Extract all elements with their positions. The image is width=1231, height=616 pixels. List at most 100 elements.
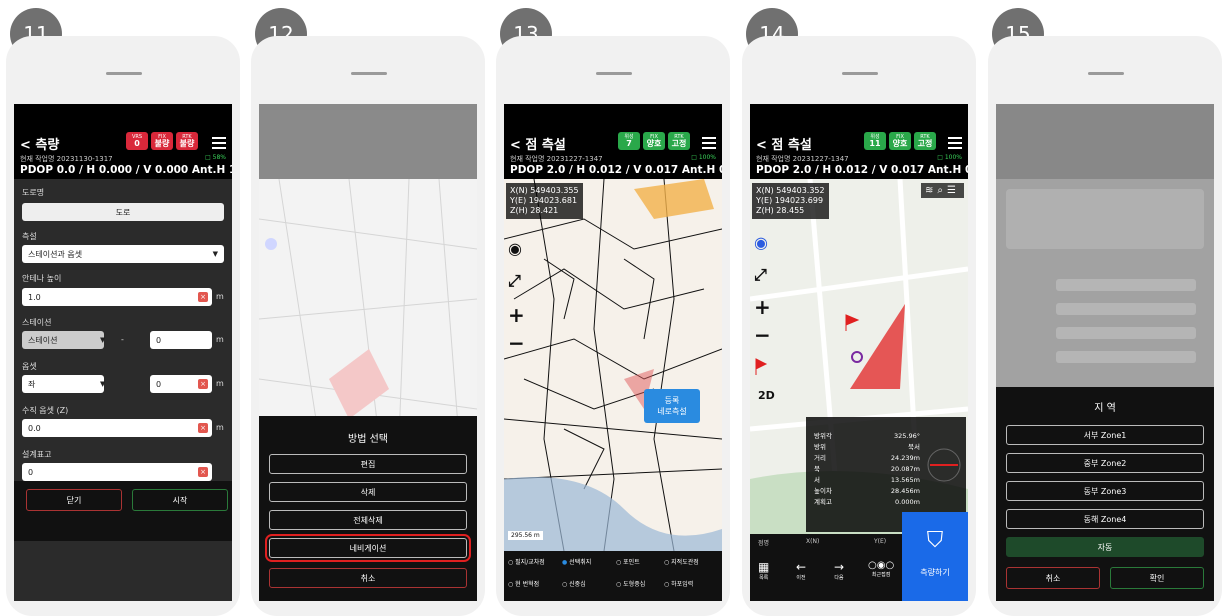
form-body: 도로명 도로 측설 스테이션과 옵셋 ▼ 안테나 높이 1.0 × m 스테이션 … [14, 179, 232, 601]
popup-stakeout[interactable]: 네로측설 [657, 406, 686, 417]
offset-label: 옵셋 [22, 362, 37, 371]
locate-icon[interactable]: ◉ [508, 239, 522, 258]
hamburger-menu-icon[interactable] [948, 134, 962, 152]
dim-header [259, 104, 477, 179]
dropdown-arrow-icon: ▼ [100, 380, 106, 388]
confirm-button[interactable]: 확인 [1110, 567, 1204, 589]
nav-values: 325.96° 북서 24.239m 20.087m 13.565m 28.456m 0.0… [890, 432, 920, 506]
option-selected[interactable]: ● 선택취지 [562, 557, 591, 566]
station-input[interactable]: 0 [150, 331, 212, 349]
street-map[interactable]: X(N) 549403.352 Y(E) 194023.699 Z(H) 28.… [750, 179, 968, 534]
nearest-button[interactable]: ○◉○ 최근접점 [868, 560, 894, 578]
point-stakeout-screen: < 점 측설 위성 7 FIX 양호 RTK 고정 현재 작업명 20231227-1… [504, 104, 722, 601]
phone-11: < 측량 VRS 0 FIX 불량 RTK 불량 현재 작업명 20231130-13… [6, 36, 240, 616]
station-select[interactable]: 스테이션 ▼ [22, 331, 105, 349]
road-button[interactable]: 도로 [22, 203, 224, 221]
edit-button[interactable]: 편집 [269, 454, 467, 474]
2d-toggle[interactable]: 2D [758, 389, 775, 402]
offset-select[interactable]: 좌 ▼ [22, 375, 106, 393]
clear-icon[interactable]: × [198, 379, 208, 389]
dim-content [996, 179, 1214, 389]
rtk-chip: RTK 고정 [668, 132, 690, 150]
locate-icon[interactable]: ◉ [754, 233, 768, 252]
layer-tools: ≋⌕☰ [921, 183, 964, 198]
speaker-notch [106, 72, 142, 75]
zoom-in-icon[interactable]: + [508, 303, 525, 327]
z-coordinate: Z(H) 28.421 [510, 206, 559, 215]
xn-label: X(N) [806, 538, 820, 545]
option-point[interactable]: ○ 포인트 [616, 557, 640, 566]
speaker-notch [1088, 72, 1124, 75]
survey-label: 측설 [22, 232, 37, 241]
phone-14: < 점 측설 위성 11 FIX 양호 RTK 고정 현재 작업명 20231227-… [742, 36, 976, 616]
zone4-button[interactable]: 동해 Zone4 [1006, 509, 1204, 529]
popup-register[interactable]: 등록 [665, 395, 680, 406]
zone3-button[interactable]: 동부 Zone3 [1006, 481, 1204, 501]
sheet-title: 지 역 [1094, 403, 1116, 414]
zoom-in-icon[interactable]: + [754, 295, 771, 319]
delete-button[interactable]: 삭제 [269, 482, 467, 502]
sheet-title: 방법 선택 [348, 434, 388, 445]
antenna-input[interactable]: 1.0 [22, 288, 212, 306]
clear-icon[interactable]: × [198, 292, 208, 302]
cancel-button[interactable]: 취소 [269, 568, 467, 588]
option-cadastral[interactable]: ○ 지적도관점 [664, 557, 699, 566]
option-input[interactable]: ○ 하포입력 [664, 579, 693, 588]
x-coordinate: X(N) 549403.352 [756, 186, 825, 195]
satellite-chip: 위성 11 [864, 132, 886, 150]
close-button[interactable]: 닫기 [26, 489, 122, 511]
option-parcel[interactable]: ○ 필지/교차점 [508, 557, 545, 566]
app-header: < 측량 VRS 0 FIX 불량 RTK 불량 현재 작업명 20231130-13… [14, 104, 232, 179]
hamburger-menu-icon[interactable] [702, 134, 716, 152]
option-boundary[interactable]: ○ 현 번혁점 [508, 579, 539, 588]
option-shape-center[interactable]: ○ 도형중심 [616, 579, 645, 588]
ye-label: Y(E) [874, 538, 887, 545]
measure-button[interactable]: ⛉ 측량하기 [902, 512, 968, 601]
survey-form-screen: < 측량 VRS 0 FIX 불량 RTK 불량 현재 작업명 20231130-13… [14, 104, 232, 601]
zoom-out-icon[interactable]: − [508, 331, 525, 355]
layers-icon[interactable]: ≋ [925, 185, 937, 196]
app-header: < 점 측설 위성 7 FIX 양호 RTK 고정 현재 작업명 20231227-1… [504, 104, 722, 179]
zoom-out-icon[interactable]: − [754, 323, 771, 347]
cadastral-map[interactable]: X(N) 549403.355 Y(E) 194023.681 Z(H) 28.… [504, 179, 722, 551]
speaker-notch [842, 72, 878, 75]
fullscreen-icon[interactable]: ⤢ [754, 265, 767, 285]
fix-chip: FIX 불량 [151, 132, 173, 150]
satellite-chip: 위성 7 [618, 132, 640, 150]
battery-percent: □ 58% [205, 154, 226, 161]
fullscreen-icon[interactable]: ⤢ [508, 271, 521, 291]
delete-all-button[interactable]: 전체삭제 [269, 510, 467, 530]
rtk-chip: RTK 불량 [176, 132, 198, 150]
search-icon[interactable]: ⌕ [937, 185, 947, 196]
app-header: < 점 측설 위성 11 FIX 양호 RTK 고정 현재 작업명 20231227-… [750, 104, 968, 179]
hamburger-menu-icon[interactable] [212, 134, 226, 152]
design-elevation-input[interactable]: 0 [22, 463, 212, 481]
back-button[interactable]: < 측량 [20, 134, 59, 153]
survey-select[interactable]: 스테이션과 옵셋 ▼ [22, 245, 224, 263]
clear-icon[interactable]: × [198, 423, 208, 433]
fix-chip: FIX 양호 [889, 132, 911, 150]
back-button[interactable]: < 점 측설 [756, 134, 812, 153]
design-elevation-label: 설계표고 [22, 450, 52, 459]
cancel-button[interactable]: 취소 [1006, 567, 1100, 589]
speaker-notch [351, 72, 387, 75]
list-icon: ▦ [758, 560, 770, 574]
start-button[interactable]: 시작 [132, 489, 228, 511]
stakeout-popup[interactable]: 등록 네로측설 [644, 389, 700, 423]
list-button[interactable]: ▦ 목록 [758, 560, 769, 581]
rtk-chip: RTK 고정 [914, 132, 936, 150]
list-icon[interactable]: ☰ [947, 185, 960, 196]
vertical-offset-input[interactable]: 0.0 [22, 419, 212, 437]
auto-button[interactable]: 자동 [1006, 537, 1204, 557]
navigation-button[interactable]: 네비게이션 [265, 534, 471, 562]
zone1-button[interactable]: 서부 Zone1 [1006, 425, 1204, 445]
next-button[interactable]: → 다음 [834, 560, 844, 581]
option-center[interactable]: ○ 신중심 [562, 579, 586, 588]
pdop-readout: PDOP 2.0 / H 0.012 / V 0.017 Ant.H 0.0 [510, 164, 722, 176]
unit-label: m [216, 423, 224, 432]
y-coordinate: Y(E) 194023.681 [510, 196, 578, 205]
previous-button[interactable]: ← 이전 [796, 560, 806, 581]
zone2-button[interactable]: 중부 Zone2 [1006, 453, 1204, 473]
back-button[interactable]: < 점 측설 [510, 134, 566, 153]
clear-icon[interactable]: × [198, 467, 208, 477]
